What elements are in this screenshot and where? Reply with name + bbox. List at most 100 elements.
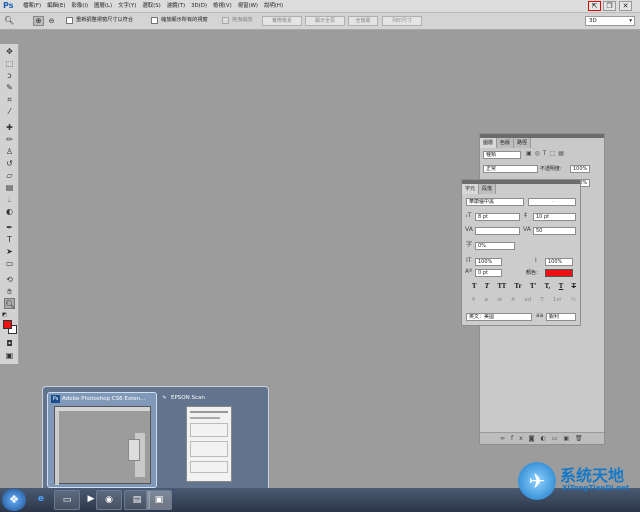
menu-select[interactable]: 選取(S) — [139, 2, 163, 11]
gradient-tool-icon[interactable]: ▤ — [4, 182, 15, 193]
layer-kind-filter[interactable]: 種類 — [483, 151, 521, 159]
stylistic-alt-button[interactable]: ad — [524, 297, 531, 303]
layer-filter-icons[interactable]: ▣◎T⬚▤ — [526, 150, 567, 158]
type-tool-icon[interactable]: T — [4, 234, 15, 245]
font-family-select[interactable]: 華康儷中黑 — [466, 198, 524, 206]
shape-tool-icon[interactable]: ▭ — [4, 258, 15, 269]
zoom-all-checkbox[interactable] — [151, 17, 158, 24]
titling-alt-button[interactable]: T — [540, 297, 543, 303]
faux-italic-button[interactable]: T — [485, 283, 489, 290]
ie-icon[interactable]: e — [28, 490, 54, 510]
small-caps-button[interactable]: Tr — [515, 283, 522, 290]
blend-mode-select[interactable]: 正常 — [483, 165, 538, 173]
marquee-tool-icon[interactable]: ⬚ — [4, 58, 15, 69]
crop-tool-icon[interactable]: ⌗ — [4, 94, 15, 105]
foreground-color-swatch[interactable] — [3, 320, 12, 329]
stamp-tool-icon[interactable]: ♙ — [4, 146, 15, 157]
close-icon[interactable]: ✕ — [619, 1, 632, 11]
actual-pixels-button[interactable]: 實際像素 — [262, 16, 302, 26]
tab-paragraph[interactable]: 段落 — [479, 184, 497, 194]
pen-tool-icon[interactable]: ✒ — [4, 222, 15, 233]
menu-3d[interactable]: 3D(D) — [188, 2, 210, 11]
underline-button[interactable]: T — [559, 283, 563, 290]
resize-windows-checkbox[interactable] — [66, 17, 73, 24]
healing-brush-tool-icon[interactable]: ✚ — [4, 122, 15, 133]
kerning-field[interactable] — [475, 227, 520, 235]
default-colors-icon[interactable]: ◩ — [2, 312, 8, 318]
menu-image[interactable]: 影像(I) — [69, 2, 92, 11]
ordinals-button[interactable]: 1st — [553, 297, 562, 303]
menu-view[interactable]: 檢視(V) — [210, 2, 235, 11]
menu-edit[interactable]: 編輯(E) — [44, 2, 68, 11]
fractions-button[interactable]: ½ — [571, 297, 576, 303]
path-select-tool-icon[interactable]: ➤ — [4, 246, 15, 257]
menu-window[interactable]: 視窗(W) — [235, 2, 261, 11]
faux-bold-button[interactable]: T — [472, 283, 476, 290]
screen-mode-icon[interactable]: ⇱ — [588, 1, 601, 11]
brush-tool-icon[interactable]: ✏ — [4, 134, 15, 145]
contextual-alt-button[interactable]: ø — [485, 297, 488, 303]
menu-filter[interactable]: 濾鏡(T) — [164, 2, 188, 11]
quick-select-tool-icon[interactable]: ✎ — [4, 82, 15, 93]
baseline-shift-field[interactable]: 0 pt — [475, 269, 502, 277]
anti-alias-select[interactable]: 銳利 — [546, 313, 576, 321]
history-brush-tool-icon[interactable]: ↺ — [4, 158, 15, 169]
strikethrough-button[interactable]: T — [572, 283, 576, 290]
preview-photoshop[interactable]: Ps Adobe Photoshop CS6 Exten... — [47, 392, 157, 488]
opacity-field[interactable]: 100% — [570, 165, 590, 173]
start-button-icon[interactable]: ❖ — [2, 489, 26, 511]
photoshop-taskbar-icon[interactable]: ▣ — [146, 490, 172, 510]
fit-screen-button[interactable]: 顯示全頁 — [305, 16, 345, 26]
workspace-select[interactable]: 3D ▾ — [585, 16, 635, 26]
language-select[interactable]: 英文：美國 — [466, 313, 532, 321]
tab-layers[interactable]: 圖層 — [480, 138, 498, 148]
menu-help[interactable]: 說明(H) — [261, 2, 286, 11]
layers-footer: ∞fx◙◐▭▣🗑︎ — [480, 432, 604, 444]
tab-character[interactable]: 字元 — [462, 184, 480, 194]
fill-screen-button[interactable]: 全螢幕 — [348, 16, 378, 26]
lasso-tool-icon[interactable]: ↄ — [4, 70, 15, 81]
eraser-tool-icon[interactable]: ▱ — [4, 170, 15, 181]
screen-mode-icon[interactable]: ▣ — [4, 350, 15, 361]
subscript-button[interactable]: T, — [545, 283, 551, 290]
3d-rotate-tool-icon[interactable]: ⟲ — [4, 274, 15, 285]
vertical-scale-field[interactable]: 100% — [475, 258, 502, 266]
menu-type[interactable]: 文字(Y) — [115, 2, 139, 11]
move-tool-icon[interactable]: ✥ — [4, 46, 15, 57]
zoom-out-icon[interactable]: ⊖ — [46, 16, 57, 26]
folder-icon[interactable]: ▭ — [54, 490, 80, 510]
discretionary-lig-button[interactable]: st — [497, 297, 502, 303]
tab-paths[interactable]: 路徑 — [514, 138, 532, 148]
quick-mask-icon[interactable]: ◘ — [4, 338, 15, 349]
zoom-in-icon[interactable]: ⊕ — [33, 16, 44, 26]
font-size-field[interactable]: 8 pt — [475, 213, 520, 221]
horizontal-scale-field[interactable]: 100% — [545, 258, 573, 266]
all-caps-button[interactable]: TT — [498, 283, 507, 290]
tab-channels[interactable]: 色版 — [497, 138, 515, 148]
print-size-button[interactable]: 列印尺寸 — [382, 16, 422, 26]
ligature-button[interactable]: fi — [472, 297, 475, 303]
dodge-tool-icon[interactable]: ◐ — [4, 206, 15, 217]
menu-bar: Ps 檔案(F) 編輯(E) 影像(I) 圖層(L) 文字(Y) 選取(S) 濾… — [0, 0, 640, 13]
tsume-field[interactable]: 0% — [475, 242, 515, 250]
font-size-icon: ₜT — [466, 212, 472, 219]
blur-tool-icon[interactable]: 💧︎ — [4, 194, 15, 205]
chrome-icon[interactable]: ◉ — [96, 490, 122, 510]
hand-tool-icon[interactable]: ✋︎ — [4, 286, 15, 297]
watermark-title: 系统天地 — [560, 466, 625, 485]
eyedropper-tool-icon[interactable]: ⁄ — [4, 106, 15, 117]
zoom-tool-icon[interactable]: 🔍︎ — [4, 298, 15, 309]
leading-field[interactable]: 10 pt — [533, 213, 576, 221]
restore-icon[interactable]: ❐ — [603, 1, 616, 11]
menu-layer[interactable]: 圖層(L) — [91, 2, 115, 11]
scrubby-zoom-checkbox[interactable] — [222, 17, 229, 24]
layer-actions-icons[interactable]: ∞fx◙◐▭▣🗑︎ — [500, 435, 589, 443]
menu-file[interactable]: 檔案(F) — [20, 2, 44, 11]
swash-button[interactable]: A — [511, 297, 515, 303]
tracking-field[interactable]: 50 — [533, 227, 576, 235]
preview-epson-scan[interactable]: ✎ EPSON Scan — [157, 392, 267, 488]
font-style-select[interactable]: - — [528, 198, 576, 206]
superscript-button[interactable]: T' — [530, 283, 536, 290]
text-color-swatch[interactable] — [545, 269, 573, 277]
zoom-tool-icon[interactable]: 🔍︎ — [4, 16, 18, 26]
